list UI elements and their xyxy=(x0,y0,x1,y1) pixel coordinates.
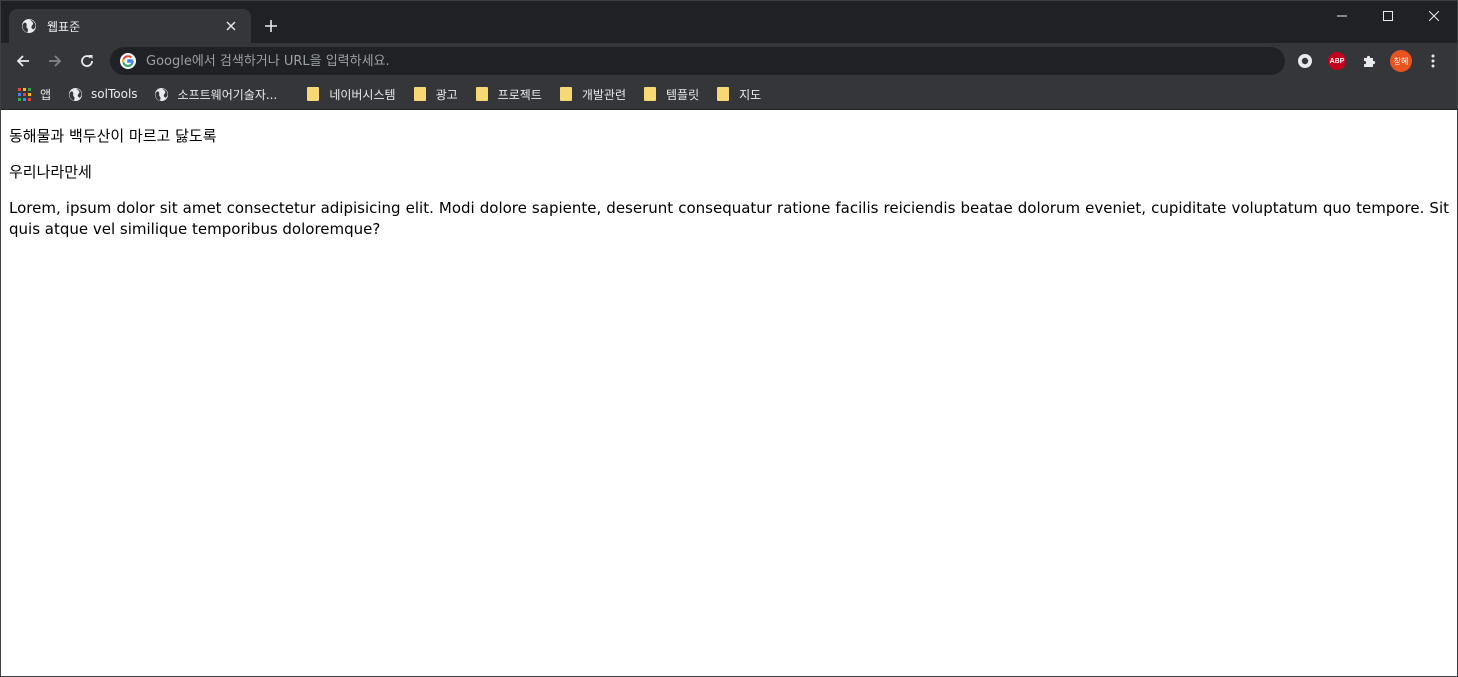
apps-grid-icon xyxy=(16,86,32,102)
browser-window: 웹표준 Google에서 검색하거나 URL을 입력하세요. ABP 창혜 앱 … xyxy=(0,0,1458,677)
omnibox-input[interactable] xyxy=(144,52,1248,70)
close-window-button[interactable] xyxy=(1411,1,1457,31)
reload-icon xyxy=(81,55,93,67)
tab-title: 웹표준 xyxy=(47,19,81,34)
extensions-menu-button[interactable] xyxy=(1353,47,1385,75)
bookmark-folder-project[interactable]: 프로젝트 xyxy=(467,82,549,106)
globe-icon xyxy=(154,86,170,102)
adblock-button[interactable]: ABP xyxy=(1321,47,1353,75)
abp-icon: ABP xyxy=(1328,52,1346,70)
tab-strip: 웹표준 xyxy=(1,1,1457,43)
bookmark-label: 지도 xyxy=(739,87,762,102)
more-vert-icon xyxy=(1431,54,1435,68)
avatar: 창혜 xyxy=(1390,50,1412,72)
bookmark-label: 개발관련 xyxy=(581,87,626,102)
maximize-button[interactable] xyxy=(1365,1,1411,31)
folder-icon xyxy=(642,86,658,102)
folder-icon xyxy=(412,86,428,102)
bookmark-apps[interactable]: 앱 xyxy=(9,82,58,106)
folder-icon xyxy=(715,86,731,102)
paragraph-2: 우리나라만세 xyxy=(9,163,92,181)
bookmark-folder-template[interactable]: 템플릿 xyxy=(635,82,706,106)
bookmarks-bar: 앱 solTools 소프트웨어기술자... 네이버시스템 광고 프로젝트 개발… xyxy=(1,79,1457,110)
bookmark-label: 프로젝트 xyxy=(497,87,542,102)
globe-icon xyxy=(21,18,37,34)
paragraph-1: 동해물과 백두산이 마르고 닳도록 xyxy=(9,127,217,145)
puzzle-icon xyxy=(1364,55,1376,67)
google-icon xyxy=(120,53,136,69)
forward-button[interactable] xyxy=(41,47,69,75)
address-bar[interactable] xyxy=(110,47,1285,75)
tab-active[interactable]: 웹표준 xyxy=(9,9,251,43)
close-icon[interactable] xyxy=(221,16,241,36)
bookmark-folder-dev[interactable]: 개발관련 xyxy=(551,82,633,106)
extension-button[interactable] xyxy=(1289,47,1321,75)
extensions-area: ABP 창혜 xyxy=(1289,47,1449,75)
globe-icon xyxy=(67,86,83,102)
reload-button[interactable] xyxy=(73,47,101,75)
bookmark-label: 네이버시스템 xyxy=(329,87,396,102)
extension-circle-icon xyxy=(1298,54,1312,68)
paragraph-3: Lorem, ipsum dolor sit amet consectetur … xyxy=(9,199,1449,238)
bookmark-folder-map[interactable]: 지도 xyxy=(708,82,768,106)
arrow-right-icon xyxy=(49,55,62,67)
menu-button[interactable] xyxy=(1417,47,1449,75)
toolbar: ABP 창혜 xyxy=(1,43,1457,79)
bookmark-folder-naver-system[interactable]: 네이버시스템 xyxy=(298,82,402,106)
bookmark-software-engineer[interactable]: 소프트웨어기술자... xyxy=(147,82,285,106)
window-controls xyxy=(1319,1,1457,31)
profile-button[interactable]: 창혜 xyxy=(1385,47,1417,75)
bookmark-label: 소프트웨어기술자... xyxy=(177,87,278,102)
bookmark-label: 템플릿 xyxy=(666,87,700,102)
bookmark-label: 앱 xyxy=(40,87,52,102)
page-content: 동해물과 백두산이 마르고 닳도록 우리나라만세 Lorem, ipsum do… xyxy=(1,110,1457,261)
new-tab-button[interactable] xyxy=(259,14,283,38)
minimize-button[interactable] xyxy=(1319,1,1365,31)
back-button[interactable] xyxy=(9,47,37,75)
arrow-left-icon xyxy=(16,55,29,67)
bookmark-folder-ads[interactable]: 광고 xyxy=(405,82,465,106)
folder-icon xyxy=(474,86,490,102)
bookmark-label: solTools xyxy=(91,87,138,101)
bookmark-label: 광고 xyxy=(435,87,458,102)
bookmark-soltools[interactable]: solTools xyxy=(60,82,145,106)
folder-icon xyxy=(558,86,574,102)
folder-icon xyxy=(305,86,321,102)
